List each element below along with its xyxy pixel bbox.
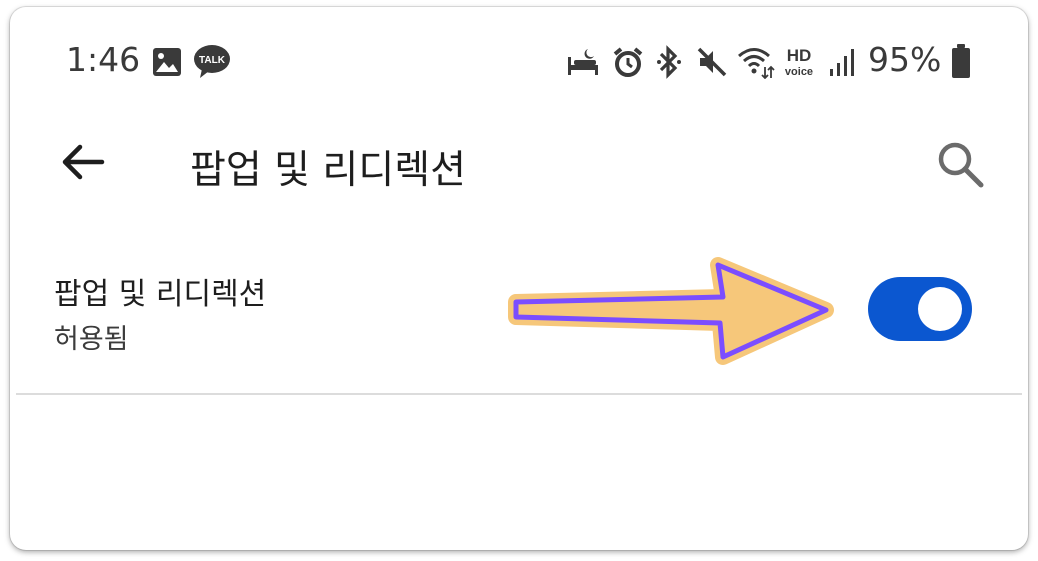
alarm-icon (613, 47, 643, 77)
hd-voice-icon: HD voice (785, 46, 813, 78)
hd-label: HD (787, 46, 812, 65)
divider (16, 393, 1022, 395)
status-time: 1:46 (66, 40, 141, 79)
kakaotalk-icon: TALK (194, 45, 230, 78)
status-bar: 1:46 TALK HD voice 95% (10, 7, 1028, 117)
mute-icon (697, 47, 727, 77)
wifi-icon (738, 48, 775, 79)
page-title: 팝업 및 리디렉션 (190, 148, 466, 193)
sleep-mode-icon (568, 49, 598, 75)
phone-screen: 1:46 TALK HD voice 95% 팝업 및 리디렉션 팝업 및 리디… (10, 7, 1028, 550)
annotation-arrow (508, 257, 834, 365)
battery-percent: 95% (868, 40, 942, 79)
battery-icon (952, 44, 970, 78)
signal-icon (830, 49, 854, 76)
setting-summary: 허용됨 (54, 324, 129, 355)
voice-label: voice (785, 66, 813, 78)
toggle-thumb (918, 287, 962, 331)
allow-toggle-switch[interactable] (868, 277, 972, 341)
bluetooth-icon (657, 45, 681, 79)
gallery-icon (153, 48, 181, 76)
talk-badge-text: TALK (199, 55, 226, 66)
setting-title: 팝업 및 리디렉션 (54, 277, 267, 312)
search-icon[interactable] (935, 139, 985, 189)
app-toolbar: 팝업 및 리디렉션 (10, 117, 1028, 207)
back-arrow-icon[interactable] (58, 137, 108, 187)
